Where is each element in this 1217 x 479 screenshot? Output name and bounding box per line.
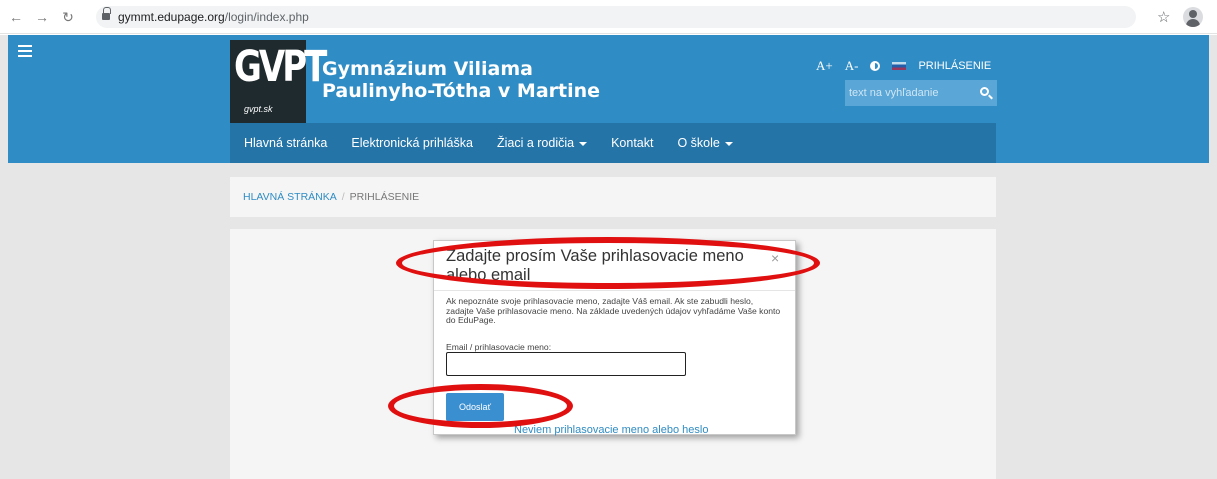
url-path: /login/index.php bbox=[224, 10, 309, 24]
reload-icon[interactable]: ↻ bbox=[60, 9, 76, 25]
forward-icon[interactable]: → bbox=[34, 9, 50, 25]
submit-button[interactable]: Odoslať bbox=[446, 393, 504, 421]
main-menu: Hlavná stránka Elektronická prihláška Ži… bbox=[230, 123, 996, 163]
dialog-instructions: Ak nepoznáte svoje prihlasovacie meno, z… bbox=[446, 296, 781, 326]
dialog-title: Zadajte prosím Vaše prihlasovacie meno a… bbox=[446, 247, 744, 284]
language-flag-icon[interactable] bbox=[892, 62, 907, 70]
back-icon[interactable]: ← bbox=[8, 9, 24, 25]
school-title[interactable]: Gymnázium Viliama Paulinyho-Tótha v Mart… bbox=[322, 58, 642, 102]
menu-item-label: Hlavná stránka bbox=[244, 136, 328, 150]
contrast-icon[interactable] bbox=[870, 61, 881, 71]
menu-item-label: Kontakt bbox=[611, 136, 654, 150]
hamburger-menu-icon[interactable] bbox=[18, 45, 32, 57]
search-box bbox=[845, 80, 997, 106]
logo-letters: GVPT bbox=[234, 42, 327, 92]
star-icon[interactable]: ☆ bbox=[1157, 8, 1170, 26]
school-logo[interactable]: GVPT gvpt.sk bbox=[230, 40, 327, 124]
browser-toolbar: ← → ↻ gymmt.edupage.org/login/index.php … bbox=[0, 0, 1217, 34]
menu-item-students-parents[interactable]: Žiaci a rodičia bbox=[496, 136, 588, 150]
breadcrumb: HLAVNÁ STRÁNKA / PRIHLÁSENIE bbox=[230, 177, 996, 217]
menu-item-application[interactable]: Elektronická prihláška bbox=[351, 136, 473, 150]
breadcrumb-current: PRIHLÁSENIE bbox=[349, 191, 420, 203]
logo-caption: gvpt.sk bbox=[244, 104, 273, 114]
dialog-divider bbox=[434, 290, 795, 291]
search-icon[interactable] bbox=[980, 87, 989, 96]
url-host: gymmt.edupage.org bbox=[118, 10, 225, 24]
lock-icon bbox=[102, 7, 111, 21]
profile-icon[interactable] bbox=[1183, 7, 1203, 27]
menu-item-label: O škole bbox=[677, 136, 720, 150]
login-link[interactable]: PRIHLÁSENIE bbox=[918, 60, 991, 72]
search-input[interactable] bbox=[845, 80, 969, 106]
caret-down-icon bbox=[724, 141, 733, 146]
close-icon[interactable]: × bbox=[771, 250, 779, 266]
login-dialog: Zadajte prosím Vaše prihlasovacie meno a… bbox=[433, 240, 796, 435]
font-increase-button[interactable]: A+ bbox=[816, 58, 833, 74]
menu-item-about[interactable]: O škole bbox=[677, 136, 733, 150]
breadcrumb-home[interactable]: HLAVNÁ STRÁNKA bbox=[243, 191, 337, 203]
menu-item-home[interactable]: Hlavná stránka bbox=[244, 136, 327, 150]
email-field-label: Email / prihlasovacie meno: bbox=[446, 342, 552, 352]
caret-down-icon bbox=[579, 141, 588, 146]
header-tools: A+ A- PRIHLÁSENIE bbox=[816, 58, 991, 74]
menu-item-contact[interactable]: Kontakt bbox=[611, 136, 653, 150]
menu-item-label: Elektronická prihláška bbox=[351, 136, 473, 150]
forgot-credentials-link[interactable]: Neviem prihlasovacie meno alebo heslo bbox=[514, 424, 708, 436]
breadcrumb-separator: / bbox=[341, 191, 345, 203]
menu-item-label: Žiaci a rodičia bbox=[496, 136, 575, 150]
font-decrease-button[interactable]: A- bbox=[845, 58, 859, 74]
url-text[interactable]: gymmt.edupage.org/login/index.php bbox=[118, 10, 309, 24]
email-field[interactable] bbox=[446, 352, 686, 376]
